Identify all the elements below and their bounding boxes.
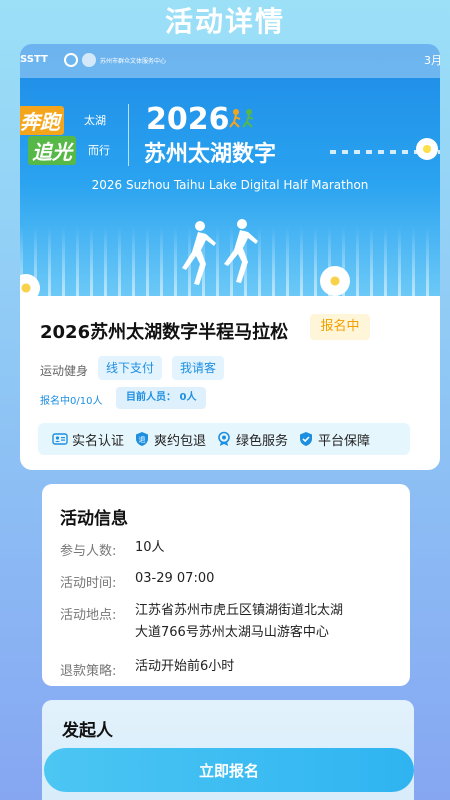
participants-label: 参与人数: bbox=[60, 544, 117, 559]
event-card: SSTT 苏州市群众文体服务中心 3月 奔跑 太湖 追光 而行 2026 苏州太… bbox=[20, 44, 440, 470]
flower-decoration bbox=[416, 138, 438, 160]
runners-illustration-icon bbox=[182, 219, 258, 285]
slogan-line1: 奔跑 bbox=[20, 106, 64, 135]
refund-label: 退款策略: bbox=[60, 664, 117, 679]
feature-label: 绿色服务 bbox=[236, 433, 289, 449]
flower-decoration bbox=[320, 266, 350, 296]
feature-label: 实名认证 bbox=[72, 433, 125, 449]
sponsor-logo-3 bbox=[82, 53, 96, 67]
page-title: 活动详情 bbox=[164, 5, 285, 38]
time-label: 活动时间: bbox=[60, 576, 117, 591]
banner-event-name: 苏州太湖数字 bbox=[144, 142, 277, 167]
id-card-icon bbox=[52, 433, 68, 445]
current-members-badge: 目前人员： 0人 bbox=[116, 387, 207, 409]
event-banner-image: SSTT 苏州市群众文体服务中心 3月 奔跑 太湖 追光 而行 2026 苏州太… bbox=[20, 44, 440, 296]
location-value-line2[interactable]: 大道766号苏州太湖马山游客中心 bbox=[135, 622, 329, 644]
banner-slogan: 奔跑 太湖 追光 而行 bbox=[20, 106, 120, 166]
feature-label: 爽约包退 bbox=[154, 433, 207, 449]
slogan-line2-small: 而行 bbox=[88, 144, 110, 157]
feature-real-name: 实名认证 bbox=[52, 430, 124, 449]
sponsor-logo-2 bbox=[64, 53, 78, 67]
sponsor-title: 发起人 bbox=[62, 721, 113, 741]
guarantee-bar: 实名认证 退 爽约包退 绿色服务 平台保障 bbox=[38, 423, 410, 455]
enroll-count: 报名中0/10人 bbox=[40, 396, 103, 407]
organizer-text: 苏州市群众文体服务中心 bbox=[100, 58, 167, 65]
slogan-line1-small: 太湖 bbox=[84, 114, 106, 127]
guarantee-shield-icon bbox=[300, 432, 313, 446]
activity-info-card: 活动信息 参与人数: 10人 活动时间: 03-29 07:00 活动地点: 江… bbox=[42, 484, 410, 686]
event-title: 2026苏州太湖数字半程马拉松 bbox=[40, 322, 289, 343]
status-badge: 报名中 bbox=[310, 314, 370, 340]
svg-text:退: 退 bbox=[139, 435, 146, 444]
banner-year: 2026 bbox=[146, 102, 230, 137]
location-label: 活动地点: bbox=[60, 608, 117, 623]
banner-date: 3月 bbox=[424, 54, 440, 67]
refund-value: 活动开始前6小时 bbox=[135, 659, 235, 674]
sponsor-logo: SSTT bbox=[20, 54, 48, 65]
feature-label: 平台保障 bbox=[318, 433, 371, 449]
slogan-line2: 追光 bbox=[28, 136, 76, 165]
feature-platform-guarantee: 平台保障 bbox=[298, 430, 370, 449]
tag-offline-payment: 线下支付 bbox=[98, 356, 163, 380]
signup-button[interactable]: 立即报名 bbox=[44, 748, 414, 792]
tag-my-treat: 我请客 bbox=[172, 356, 225, 380]
refund-shield-icon: 退 bbox=[136, 432, 149, 446]
banner-divider bbox=[128, 104, 129, 166]
info-title: 活动信息 bbox=[60, 509, 128, 529]
time-value: 03-29 07:00 bbox=[135, 571, 215, 586]
event-category: 运动健身 bbox=[40, 364, 89, 378]
banner-english-name: 2026 Suzhou Taihu Lake Digital Half Mara… bbox=[91, 178, 369, 192]
feature-green-service: 绿色服务 bbox=[216, 430, 288, 449]
participants-value: 10人 bbox=[135, 540, 165, 555]
feature-refund: 退 爽约包退 bbox=[134, 430, 206, 449]
location-value-line1[interactable]: 江苏省苏州市虎丘区镇湖街道北太湖 bbox=[135, 600, 343, 622]
mini-runners-icon bbox=[229, 109, 254, 128]
service-badge-icon bbox=[218, 431, 230, 446]
